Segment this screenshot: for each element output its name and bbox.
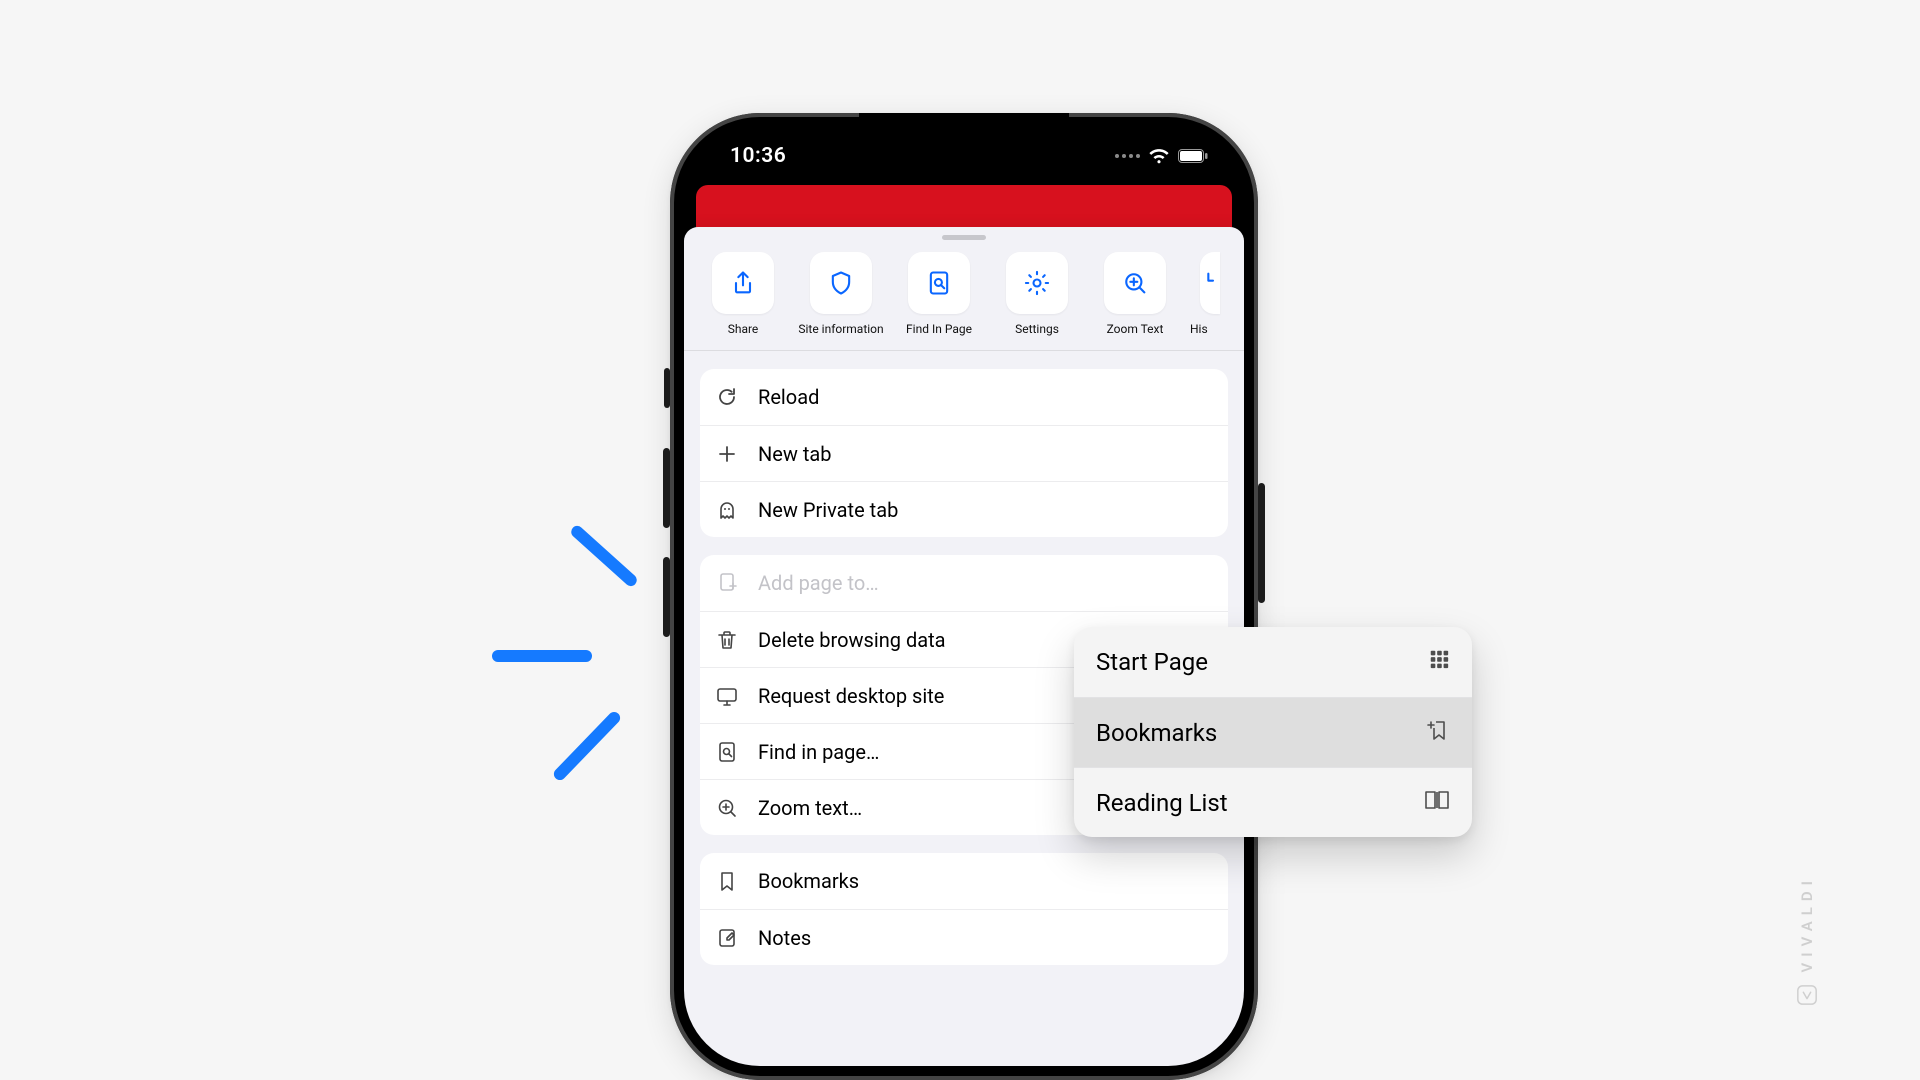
menu-item-label: Notes [758,926,811,950]
phone-volume-up [663,448,670,528]
find-in-page-icon [925,269,953,297]
menu-item-label: Zoom text… [758,796,862,820]
tile-share[interactable]: Share [700,252,786,336]
menu-item-label: Find in page… [758,740,879,764]
tile-site-information[interactable]: Site information [798,252,884,336]
popover-item-label: Bookmarks [1096,719,1217,747]
add-bookmark-icon [1426,718,1450,748]
menu-item-reload[interactable]: Reload [700,369,1228,425]
tile-find-in-page[interactable]: Find In Page [896,252,982,336]
add-page-icon [714,571,740,595]
zoom-in-icon [714,796,740,820]
status-bar: 10:36 [684,127,1244,185]
tile-label: His [1190,322,1230,336]
tile-settings[interactable]: Settings [994,252,1080,336]
popover-item-label: Start Page [1096,648,1208,676]
quick-actions-row[interactable]: Share Site information Find In Page [684,244,1244,350]
menu-item-label: Delete browsing data [758,628,946,652]
zoom-in-icon [1121,269,1149,297]
tile-label: Zoom Text [1107,322,1164,336]
reload-icon [714,385,740,409]
battery-icon [1178,149,1208,163]
watermark-text: VIVALDI [1798,875,1816,972]
desktop-icon [714,684,740,708]
phone-power-button [1258,483,1265,603]
vivaldi-watermark: VIVALDI [1796,875,1818,1006]
stage: 10:36 [0,0,1920,1080]
trash-icon [714,628,740,652]
tile-label: Site information [798,322,883,336]
popover-item-reading-list[interactable]: Reading List [1074,767,1472,837]
accent-marks [492,530,622,790]
menu-item-notes[interactable]: Notes [700,909,1228,965]
popover-item-bookmarks[interactable]: Bookmarks [1074,697,1472,767]
wifi-icon [1148,148,1170,164]
popover-item-label: Reading List [1096,789,1228,817]
popover-item-start-page[interactable]: Start Page [1074,627,1472,697]
tile-label: Share [728,322,759,336]
accent-mark [551,709,622,782]
menu-item-label: New Private tab [758,498,898,522]
menu-item-new-tab[interactable]: New tab [700,425,1228,481]
tile-history[interactable]: His [1190,252,1230,336]
menu-group-collections: Bookmarks Notes [700,853,1228,965]
menu-item-label: Reload [758,385,819,409]
accent-mark [569,523,639,588]
gear-icon [1023,269,1051,297]
phone-silence-switch [664,368,670,408]
bookmark-icon [714,869,740,893]
accent-mark [492,650,592,662]
tile-label: Settings [1015,322,1059,336]
grid-icon [1428,648,1450,676]
ghost-icon [714,498,740,522]
menu-item-label: Bookmarks [758,869,859,893]
phone-screen: 10:36 [684,127,1244,1066]
tile-zoom-text[interactable]: Zoom Text [1092,252,1178,336]
signal-dots-icon [1115,154,1140,158]
menu-item-label: Request desktop site [758,684,944,708]
find-in-page-icon [714,740,740,764]
vivaldi-logo-icon [1796,984,1818,1006]
shield-icon [827,269,855,297]
menu-item-bookmarks[interactable]: Bookmarks [700,853,1228,909]
add-page-to-popover: Start Page Bookmarks Reading List [1074,627,1472,837]
book-icon [1424,789,1450,817]
plus-icon [714,442,740,466]
menu-group-tabs: Reload New tab New Private [700,369,1228,537]
tile-label: Find In Page [906,322,972,336]
phone-volume-down [663,557,670,637]
menu-item-label: New tab [758,442,832,466]
notes-icon [714,926,740,950]
menu-item-label: Add page to… [758,571,879,595]
status-indicators [1115,148,1208,164]
menu-item-add-page-to[interactable]: Add page to… [700,555,1228,611]
share-icon [729,269,757,297]
menu-item-new-private-tab[interactable]: New Private tab [700,481,1228,537]
status-time: 10:36 [730,144,786,168]
sheet-grabber[interactable] [942,235,986,240]
history-icon [1206,269,1220,297]
phone-device-frame: 10:36 [670,113,1258,1080]
